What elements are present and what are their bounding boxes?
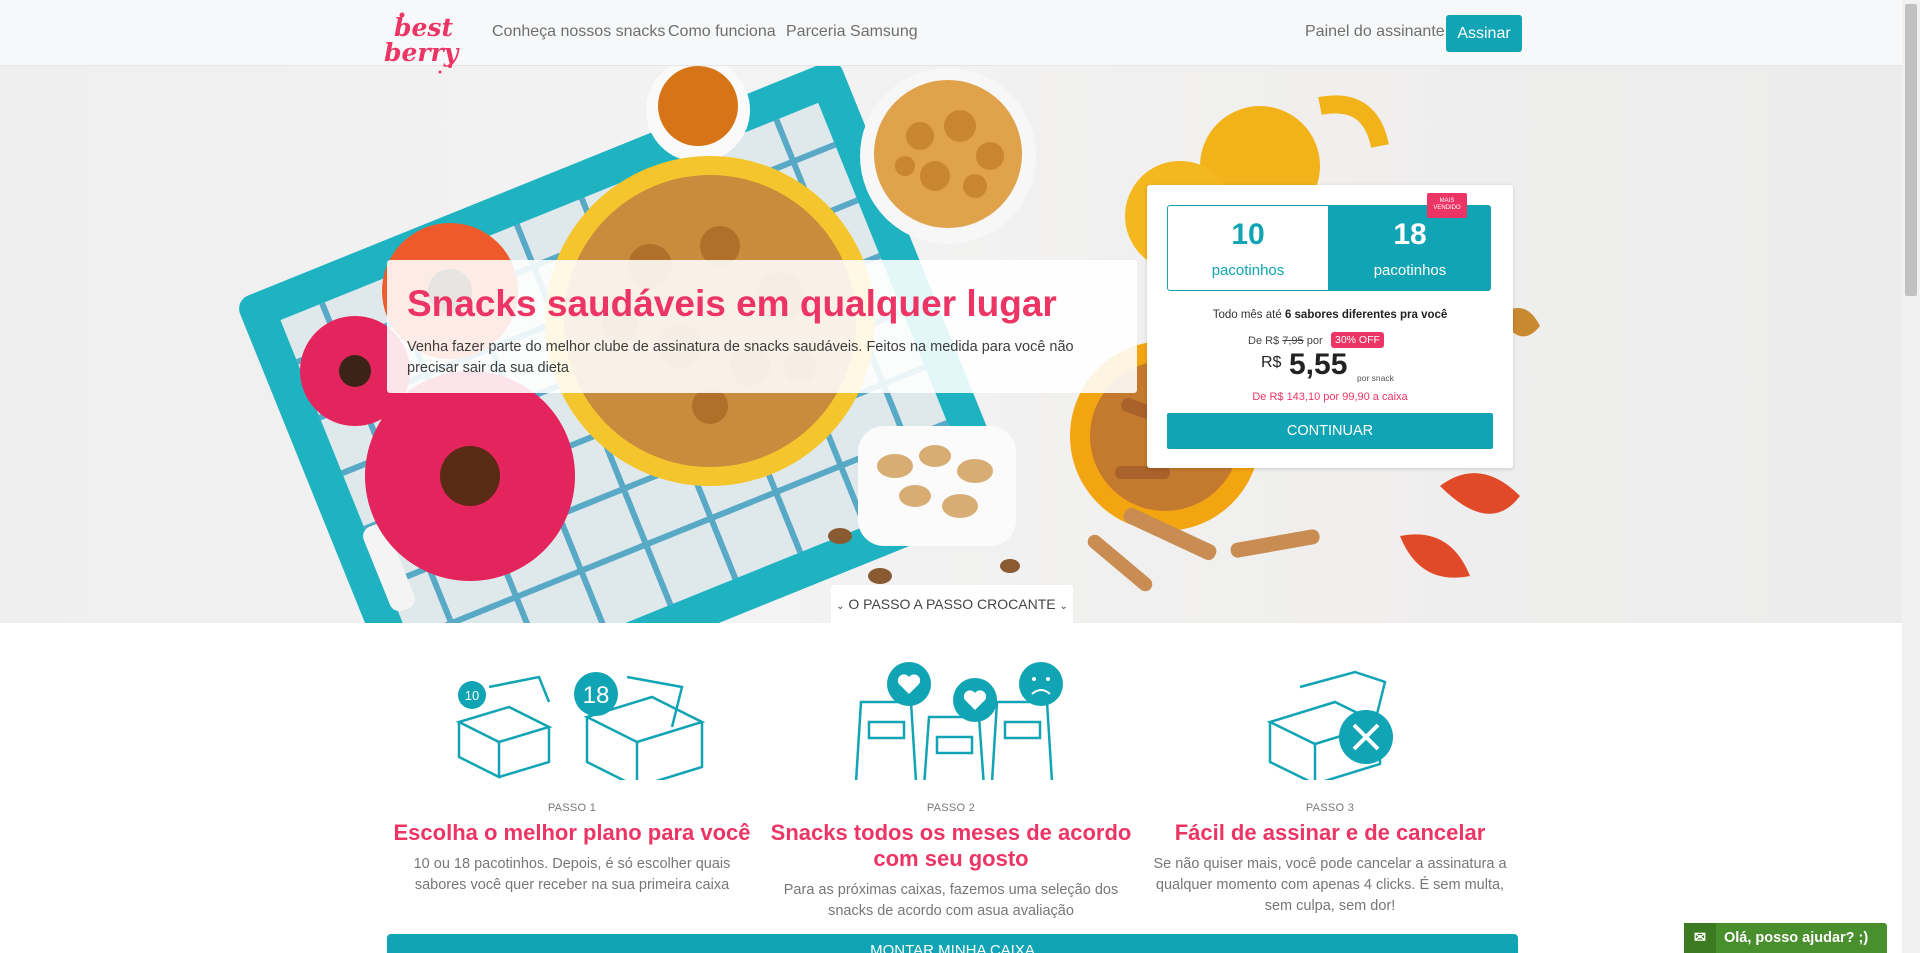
step-label: PASSO 2 [926,802,976,814]
step-label: PASSO 1 [547,802,597,814]
plan-selector-card: 10 pacotinhos 18 pacotinhos Todo mês até… [1147,185,1513,468]
plan-option-18[interactable]: 18 pacotinhos [1329,205,1491,291]
mais-vendido-badge: MAIS VENDIDO [1427,193,1467,218]
box-price: De R$ 143,10 por 99,90 a caixa [1252,391,1408,403]
passo-a-passo-tab[interactable]: ⌄ O PASSO A PASSO CROCANTE ⌄ [831,585,1073,623]
old-price: De R$ 7,95 por [1248,335,1323,347]
hero-section: Snacks saudáveis em qualquer lugar Venha… [0,66,1902,623]
step-title: Escolha o melhor plano para você [393,820,751,845]
snack-bags-icon [761,662,1141,789]
price-unit: por snack [1357,373,1394,383]
step-3: PASSO 3 Fácil de assinar e de cancelar S… [1140,662,1520,917]
plan-option-10[interactable]: 10 pacotinhos [1167,205,1329,291]
step-1: 10 18 PASSO 1 Escolha o melhor plano par… [382,662,762,896]
step-description: Para as próximas caixas, fazemos uma sel… [783,881,1119,919]
continuar-button[interactable]: CONTINUAR [1167,413,1493,449]
svg-text:18: 18 [583,682,610,709]
step-description: 10 ou 18 pacotinhos. Depois, é só escolh… [413,855,731,893]
price-value: 5,55 [1289,348,1348,381]
top-navbar: best berry Conheça nossos snacks Como fu… [0,0,1902,74]
svg-text:10: 10 [465,688,479,703]
chevron-down-icon: ⌄ [1059,601,1068,612]
step-label: PASSO 3 [1305,802,1355,814]
step-2: PASSO 2 Snacks todos os meses de acordo c… [761,662,1141,922]
bestberry-logo[interactable]: best berry [380,6,470,80]
page-scrollbar[interactable] [1902,0,1920,953]
montar-caixa-button[interactable]: MONTAR MINHA CAIXA [387,934,1518,953]
nav-link-painel[interactable]: Painel do assinante [1305,23,1445,41]
step-description: Se não quiser mais, você pode cancelar a… [1153,855,1507,914]
step-title: Snacks todos os meses de acordo com seu g… [770,820,1132,871]
price-currency: R$ [1261,354,1282,371]
scrollbar-thumb[interactable] [1905,4,1917,296]
nav-link-como-funciona[interactable]: Como funciona [668,23,776,41]
chat-label: Olá, posso ajudar? ;) [1724,930,1869,946]
nav-link-snacks[interactable]: Conheça nossos snacks [492,23,665,41]
hero-subtitle: Venha fazer parte do melhor clube de ass… [407,338,1074,376]
cancel-box-icon [1140,662,1520,787]
discount-badge: 30% OFF [1331,332,1384,348]
hero-headline-box: Snacks saudáveis em qualquer lugar Venha… [387,260,1137,393]
envelope-icon: ✉ [1684,923,1716,953]
nav-link-samsung[interactable]: Parceria Samsung [786,23,918,41]
assinar-button[interactable]: Assinar [1446,15,1522,52]
boxes-icon: 10 18 [382,662,762,790]
chevron-down-icon: ⌄ [836,601,845,612]
step-title: Fácil de assinar e de cancelar [1174,820,1486,845]
hero-title: Snacks saudáveis em qualquer lugar [407,283,1057,324]
svg-text:berry: berry [384,38,460,67]
chat-widget[interactable]: ✉ Olá, posso ajudar? ;) [1684,923,1887,953]
plan-description: Todo mês até 6 sabores diferentes pra vo… [1212,309,1448,321]
